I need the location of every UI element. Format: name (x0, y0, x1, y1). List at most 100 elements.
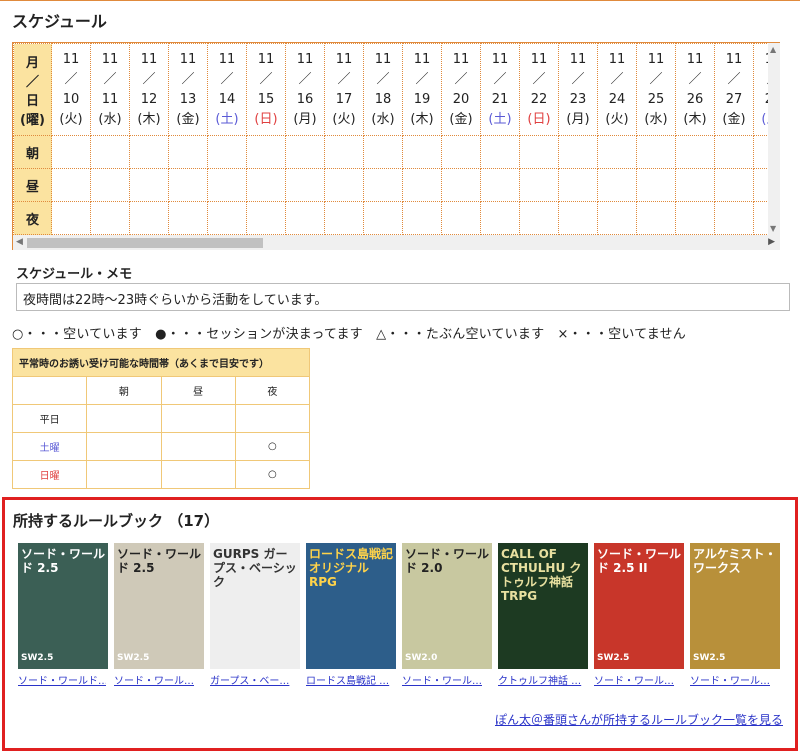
schedule-cell (402, 201, 442, 235)
schedule-cell (597, 135, 637, 169)
rulebook-item[interactable]: ソード・ワールド 2.5 II SW2.5 ソード・ワール… (594, 543, 684, 687)
scroll-left-icon[interactable]: ◀ (16, 237, 23, 247)
rulebooks-title: 所持するルールブック （17） (13, 512, 220, 530)
date-column-header: 11 ／ 23 (月) (558, 43, 598, 136)
rulebook-title-link[interactable]: ガープス・ベー… (210, 672, 298, 687)
rulebook-cover-image[interactable]: GURPS ガープス・ベーシック (210, 543, 300, 669)
rulebook-cover-image[interactable]: ソード・ワールド 2.5 SW2.5 (114, 543, 204, 669)
rulebook-item[interactable]: ソード・ワールド 2.5 SW2.5 ソード・ワール… (114, 543, 204, 687)
rulebook-title-link[interactable]: ソード・ワール… (594, 672, 682, 687)
schedule-cell (90, 168, 130, 202)
scroll-down-icon[interactable]: ▼ (770, 224, 776, 233)
date-column-header: 11 ／ 17 (火) (324, 43, 364, 136)
rulebook-title-link[interactable]: クトゥルフ神話 … (498, 672, 586, 687)
all-rulebooks-link[interactable]: ぽん太＠番頭さんが所持するルールブック一覧を見る (495, 711, 783, 728)
schedule-cell (246, 201, 286, 235)
cover-badge: SW2.0 (405, 653, 438, 663)
scroll-right-icon[interactable]: ▶ (768, 237, 775, 247)
schedule-cell (636, 168, 676, 202)
schedule-cell (558, 135, 598, 169)
schedule-cell (480, 201, 520, 235)
schedule-cell (597, 201, 637, 235)
cover-title: CALL OF CTHULHU クトゥルフ神話TRPG (501, 547, 582, 603)
rulebook-title-link[interactable]: ソード・ワール… (690, 672, 778, 687)
rulebook-item[interactable]: ロードス島戦記 オリジナルRPG ロードス島戦記 … (306, 543, 396, 687)
horizontal-scrollbar[interactable]: ◀ ▶ (13, 235, 780, 250)
cover-title: アルケミスト・ワークス (693, 547, 777, 575)
schedule-cell (207, 135, 247, 169)
schedule-cell (363, 168, 403, 202)
cover-badge: SW2.5 (693, 653, 726, 663)
rulebook-item[interactable]: GURPS ガープス・ベーシックガープス・ベー… (210, 543, 300, 687)
schedule-cell (168, 168, 208, 202)
rulebook-cover-image[interactable]: ソード・ワールド 2.5 SW2.5 (18, 543, 108, 669)
schedule-cell (246, 135, 286, 169)
availability-col-morning: 朝 (86, 376, 162, 405)
cover-badge: SW2.5 (597, 653, 630, 663)
schedule-cell (129, 135, 169, 169)
schedule-scroll-area[interactable]: 月 ／ 日 (曜) 11 ／ 10 (火) 11 ／ 11 (水) 11 ／ 12 (木) 11 ／ 13(… (12, 42, 780, 250)
slot-noon: 昼 (13, 168, 52, 202)
scroll-up-icon[interactable]: ▲ (770, 45, 776, 54)
rulebook-title-link[interactable]: ロードス島戦記 … (306, 672, 394, 687)
schedule-cell (519, 168, 559, 202)
rulebook-cover-image[interactable]: ソード・ワールド 2.5 II SW2.5 (594, 543, 684, 669)
schedule-cell (636, 201, 676, 235)
schedule-cell (558, 168, 598, 202)
rulebook-cover-image[interactable]: ロードス島戦記 オリジナルRPG (306, 543, 396, 669)
slot-morning: 朝 (13, 135, 52, 169)
scrollbar-thumb[interactable] (27, 238, 263, 248)
date-column-header: 11 ／ 24 (火) (597, 43, 637, 136)
date-column-header: 11 ／ 16 (月) (285, 43, 325, 136)
cover-title: ソード・ワールド 2.0 (405, 547, 490, 575)
schedule-cell (363, 135, 403, 169)
schedule-cell (324, 201, 364, 235)
date-column-header: 11 ／ 10 (火) (51, 43, 91, 136)
schedule-cell (636, 135, 676, 169)
schedule-cell (714, 201, 754, 235)
availability-corner (11, 376, 88, 405)
schedule-cell (207, 168, 247, 202)
rulebook-item[interactable]: ソード・ワールド 2.0 SW2.0 ソード・ワール… (402, 543, 492, 687)
schedule-cell (90, 201, 130, 235)
vertical-scrollbar[interactable]: ▲ ▼ (768, 43, 780, 235)
schedule-cell (51, 168, 91, 202)
date-column-header: 11 ／ 13 (金) (168, 43, 208, 136)
date-column-header: 11 ／ 15 (日) (246, 43, 286, 136)
availability-legend: ○・・・空いています ●・・・セッションが決まってます △・・・たぶん空いていま… (12, 327, 686, 342)
schedule-cell (519, 135, 559, 169)
rulebook-cover-image[interactable]: アルケミスト・ワークス SW2.5 (690, 543, 780, 669)
schedule-cell (675, 135, 715, 169)
availability-row: 土曜 ○ (11, 432, 311, 461)
availability-table: 平常時のお誘い受け可能な時間帯（あくまで目安です） 朝 昼 夜 平日 土曜 ○ … (11, 348, 311, 489)
rulebook-cover-image[interactable]: ソード・ワールド 2.0 SW2.0 (402, 543, 492, 669)
cover-badge: SW2.5 (21, 653, 54, 663)
schedule-cell (363, 201, 403, 235)
rulebook-title-link[interactable]: ソード・ワール… (402, 672, 490, 687)
rulebook-item[interactable]: CALL OF CTHULHU クトゥルフ神話TRPG クトゥルフ神話 … (498, 543, 588, 687)
rulebook-item[interactable]: アルケミスト・ワークス SW2.5 ソード・ワール… (690, 543, 780, 687)
memo-text: 夜時間は22時～23時ぐらいから活動をしています。 (16, 283, 790, 311)
date-column-header: 11 ／ 19 (木) (402, 43, 442, 136)
schedule-cell (597, 168, 637, 202)
cover-badge: SW2.5 (117, 653, 150, 663)
schedule-cell (168, 135, 208, 169)
cover-title: ソード・ワールド 2.5 II (597, 547, 682, 575)
schedule-cell (558, 201, 598, 235)
rulebook-cover-image[interactable]: CALL OF CTHULHU クトゥルフ神話TRPG (498, 543, 588, 669)
schedule-cell (441, 135, 481, 169)
schedule-cell (402, 168, 442, 202)
schedule-cell (519, 201, 559, 235)
date-column-header: 11 ／ 27 (金) (714, 43, 754, 136)
schedule-cell (246, 168, 286, 202)
availability-col-night: 夜 (234, 376, 311, 405)
schedule-cell (441, 201, 481, 235)
schedule-cell (324, 168, 364, 202)
availability-title: 平常時のお誘い受け可能な時間帯（あくまで目安です） (12, 348, 310, 377)
schedule-table: 月 ／ 日 (曜) 11 ／ 10 (火) 11 ／ 11 (水) 11 ／ 12 (木) 11 ／ 13(… (13, 43, 780, 235)
rulebook-item[interactable]: ソード・ワールド 2.5 SW2.5 ソード・ワールド… (18, 543, 108, 687)
availability-row: 日曜 ○ (11, 460, 311, 489)
date-column-header: 11 ／ 20 (金) (441, 43, 481, 136)
rulebook-title-link[interactable]: ソード・ワール… (114, 672, 202, 687)
rulebook-title-link[interactable]: ソード・ワールド… (18, 672, 106, 687)
